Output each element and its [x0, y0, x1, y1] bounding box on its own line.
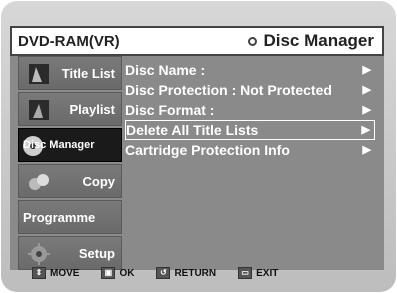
sidebar-item-disc-manager[interactable]: Disc Manager	[18, 128, 122, 162]
menu-item-label: Delete All Title Lists	[126, 122, 259, 138]
menu-item-delete-all-title-lists[interactable]: Delete All Title Lists ▶	[125, 120, 375, 140]
osd-screen: DVD-RAM(VR) Disc Manager Title List Play…	[10, 26, 384, 270]
chevron-right-icon: ▶	[361, 124, 370, 136]
hint-move: ⇕ MOVE	[32, 267, 79, 279]
ok-icon: ▣	[101, 267, 116, 279]
sidebar-item-label: Playlist	[69, 102, 115, 117]
exit-icon: ▭	[238, 267, 253, 279]
menu-item-label: Cartridge Protection Info	[125, 142, 290, 158]
sidebar-item-title-list[interactable]: Title List	[18, 56, 122, 90]
playlist-thumbnail	[29, 100, 49, 120]
page-title-text: Disc Manager	[263, 31, 374, 50]
page-title: Disc Manager	[248, 31, 374, 51]
sidebar-item-label: Programme	[23, 210, 96, 225]
sidebar-item-playlist[interactable]: Playlist	[18, 92, 122, 126]
hint-label: RETURN	[174, 267, 217, 279]
chevron-right-icon: ▶	[362, 84, 371, 96]
sidebar-item-programme[interactable]: Programme	[18, 200, 122, 234]
menu-item-label: Disc Format :	[125, 102, 215, 118]
title-list-thumbnail	[29, 64, 49, 84]
hint-label: OK	[119, 267, 135, 279]
chevron-right-icon: ▶	[362, 144, 371, 156]
hint-return: ↺ RETURN	[156, 267, 216, 279]
hint-label: EXIT	[256, 267, 279, 279]
menu-body: Title List Playlist Disc Manager Copy Pr…	[10, 56, 384, 270]
copy-thumbnail	[29, 174, 49, 190]
menu-item-disc-format[interactable]: Disc Format : ▶	[125, 100, 375, 120]
menu-item-disc-protection[interactable]: Disc Protection : Not Protected ▶	[125, 80, 375, 100]
hint-exit: ▭ EXIT	[238, 267, 278, 279]
return-icon: ↺	[156, 267, 171, 279]
header-bar: DVD-RAM(VR) Disc Manager	[10, 26, 384, 56]
disc-manager-menu: Disc Name : ▶ Disc Protection : Not Prot…	[125, 60, 375, 160]
sidebar: Title List Playlist Disc Manager Copy Pr…	[18, 56, 122, 272]
hint-ok: ▣ OK	[101, 267, 134, 279]
sidebar-item-copy[interactable]: Copy	[18, 164, 122, 198]
menu-item-cartridge-protection-info[interactable]: Cartridge Protection Info ▶	[125, 140, 375, 160]
menu-item-label: Disc Protection : Not Protected	[125, 82, 332, 98]
chevron-right-icon: ▶	[362, 104, 371, 116]
device-label: DVD-RAM(VR)	[18, 33, 120, 50]
chevron-right-icon: ▶	[362, 64, 371, 76]
menu-item-label: Disc Name :	[125, 62, 206, 78]
sidebar-item-label: Setup	[78, 246, 115, 261]
sidebar-item-label: Copy	[82, 174, 116, 189]
sidebar-item-label: Title List	[61, 66, 115, 81]
sidebar-item-label: Disc Manager	[23, 139, 95, 151]
menu-item-disc-name[interactable]: Disc Name : ▶	[125, 60, 375, 80]
hint-label: MOVE	[50, 267, 80, 279]
footer-hints: ⇕ MOVE ▣ OK ↺ RETURN ▭ EXIT	[10, 261, 384, 285]
radio-icon	[248, 36, 258, 46]
move-icon: ⇕	[32, 267, 46, 279]
